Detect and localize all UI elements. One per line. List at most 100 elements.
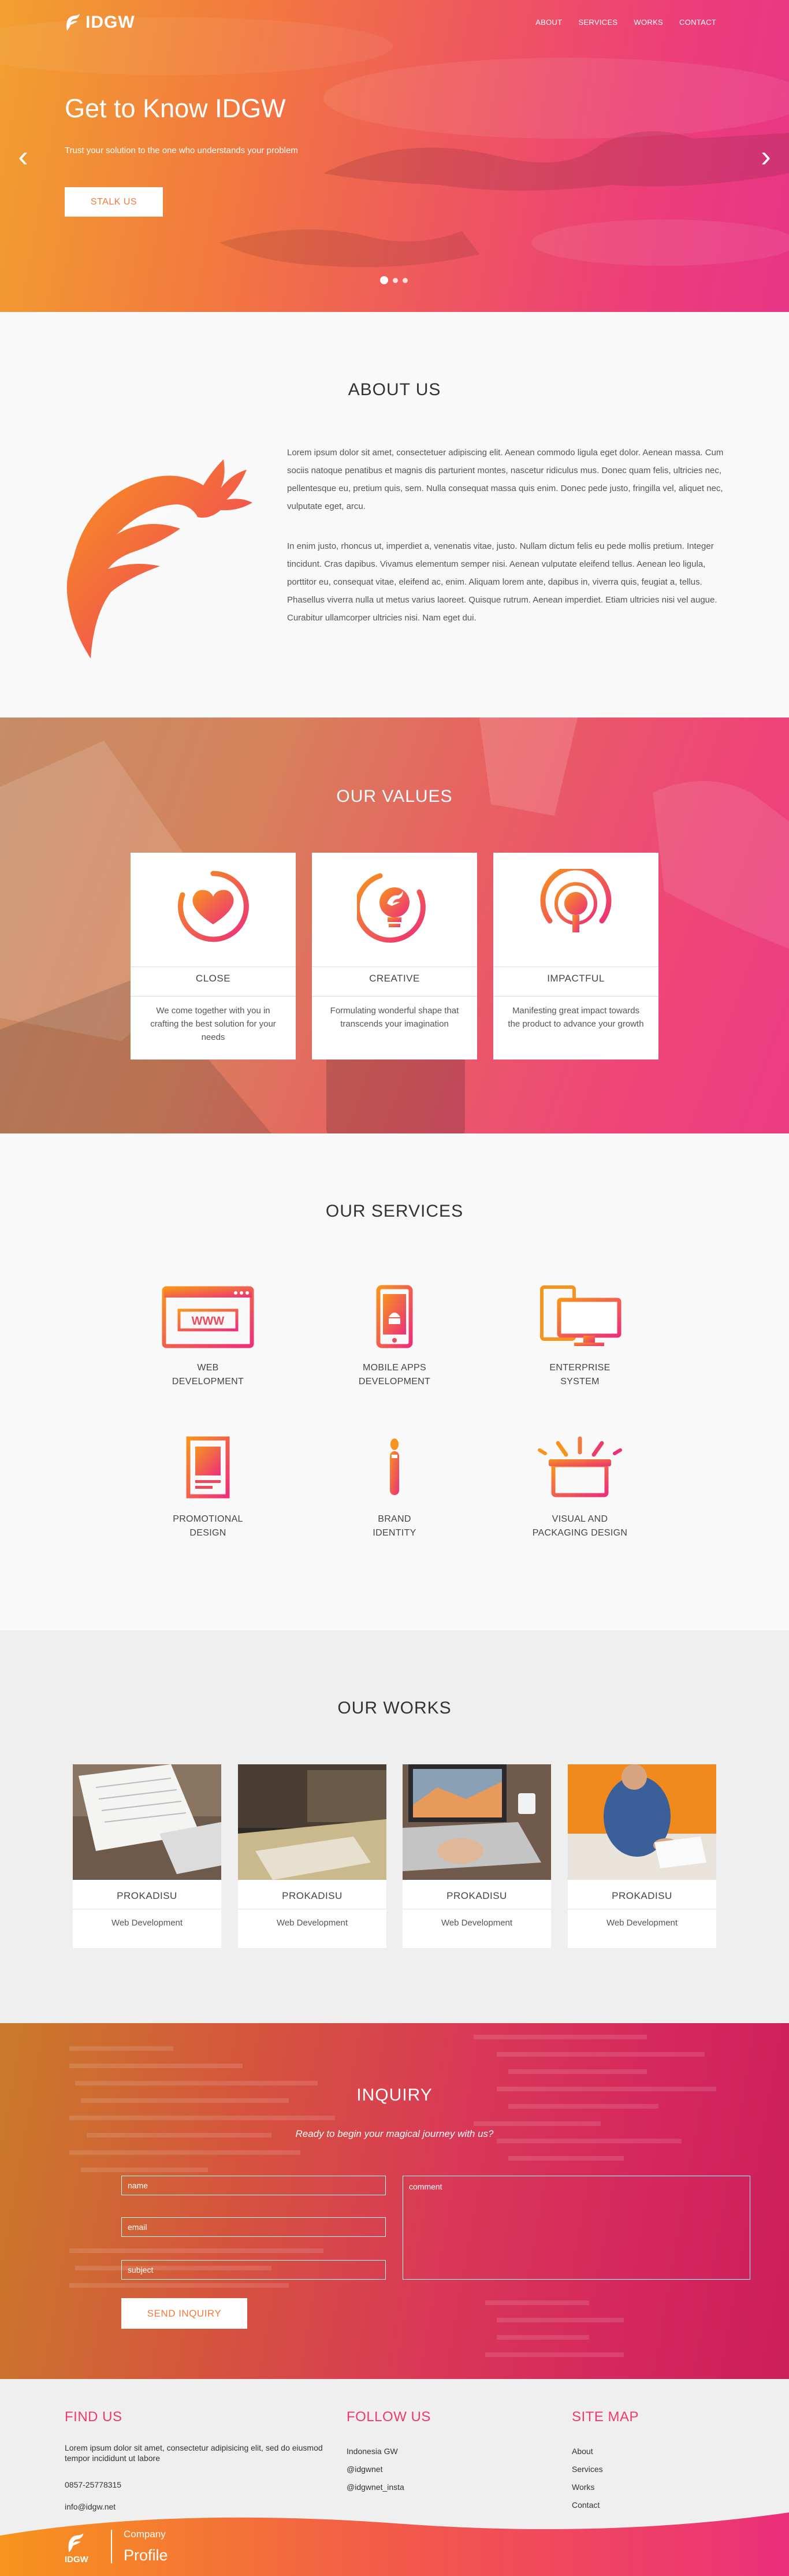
value-description: Manifesting great impact towards the pro… [508, 1006, 644, 1029]
services-section: OUR SERVICES WWW WEB DEVELOPMENT MOBILE … [0, 1133, 789, 1630]
social-link-twitter[interactable]: @idgwnet [347, 2460, 431, 2478]
work-category: Web Development [441, 1918, 513, 1928]
service-label: BRAND IDENTITY [373, 1514, 416, 1538]
social-link-facebook[interactable]: Indonesia GW [347, 2443, 431, 2460]
mobile-phone-icon [376, 1285, 413, 1348]
service-packaging-design[interactable]: VISUAL AND PACKAGING DESIGN [511, 1436, 649, 1540]
site-map-column: SITE MAP About Services Works Contact [572, 2409, 639, 2514]
service-brand-identity[interactable]: BRAND IDENTITY [325, 1436, 464, 1540]
inquiry-subtitle: Ready to begin your magical journey with… [295, 2128, 494, 2139]
service-label: WEB DEVELOPMENT [172, 1363, 244, 1386]
services-title: OUR SERVICES [325, 1202, 464, 1221]
phone-text: 0857-25778315 [65, 2480, 122, 2489]
follow-us-title: FOLLOW US [347, 2409, 431, 2425]
value-card-creative: CREATIVE Formulating wonderful shape tha… [312, 853, 477, 1060]
chevron-right-icon[interactable]: › [755, 140, 776, 173]
values-section: OUR VALUES CLOSE We come together with y… [0, 718, 789, 1133]
slider-dot-2[interactable] [393, 277, 398, 283]
nav-item-about[interactable]: ABOUT [535, 18, 562, 27]
site-map-title: SITE MAP [572, 2409, 639, 2425]
value-description: Formulating wonderful shape that transce… [330, 1006, 459, 1029]
hero-background-image [0, 17, 789, 267]
work-thumbnail [403, 1764, 551, 1880]
card-divider [131, 996, 296, 997]
email-field[interactable] [121, 2217, 386, 2237]
service-label: PROMOTIONAL DESIGN [173, 1514, 243, 1538]
about-section: ABOUT US Lorem ipsum dolor sit amet, con… [0, 312, 789, 718]
company-label: Company [124, 2529, 166, 2540]
slider-dot-3[interactable] [403, 277, 408, 283]
about-paragraph-1: Lorem ipsum dolor sit amet, consectetuer… [287, 448, 724, 511]
work-category: Web Development [111, 1918, 183, 1928]
follow-us-column: FOLLOW US Indonesia GW @idgwnet @idgwnet… [347, 2409, 431, 2496]
service-mobile-apps[interactable]: MOBILE APPS DEVELOPMENT [325, 1285, 464, 1389]
pencil-brand-icon [390, 1438, 399, 1495]
main-nav: ABOUT SERVICES WORKS CONTACT [535, 18, 716, 27]
work-title: PROKADISU [117, 1890, 177, 1901]
nav-item-contact[interactable]: CONTACT [679, 18, 716, 27]
sitemap-link-services[interactable]: Services [572, 2460, 639, 2478]
profile-label: Profile [124, 2547, 168, 2564]
subject-field[interactable] [121, 2260, 386, 2280]
service-promotional-design[interactable]: PROMOTIONAL DESIGN [139, 1436, 277, 1540]
about-paragraph-2: In enim justo, rhoncus ut, imperdiet a, … [287, 541, 717, 623]
brochure-icon [186, 1436, 230, 1499]
values-title: OUR VALUES [336, 787, 453, 806]
service-web-development[interactable]: WWW WEB DEVELOPMENT [139, 1285, 277, 1389]
sitemap-link-about[interactable]: About [572, 2443, 639, 2460]
comment-field[interactable] [403, 2176, 750, 2280]
work-category: Web Development [606, 1918, 678, 1928]
service-label: MOBILE APPS DEVELOPMENT [358, 1363, 431, 1386]
nav-item-services[interactable]: SERVICES [578, 18, 617, 27]
value-title: CLOSE [195, 973, 231, 984]
browser-www-icon: WWW [162, 1286, 254, 1348]
about-title: ABOUT US [348, 380, 441, 399]
send-inquiry-button[interactable]: SEND INQUIRY [121, 2298, 247, 2329]
hero-section: IDGW ABOUT SERVICES WORKS CONTACT ‹ › Ge… [0, 0, 789, 312]
value-title: IMPACTFUL [547, 973, 605, 984]
footer-divider [111, 2530, 112, 2563]
nav-item-works[interactable]: WORKS [634, 18, 663, 27]
find-us-title: FIND US [65, 2409, 122, 2425]
address-text: Lorem ipsum dolor sit amet, consectetur … [65, 2443, 323, 2463]
work-thumbnail [238, 1764, 386, 1880]
card-divider [493, 996, 658, 997]
site-logo[interactable]: IDGW [65, 13, 135, 32]
social-link-instagram[interactable]: @idgwnet_insta [347, 2478, 431, 2496]
work-card[interactable]: PROKADISU Web Development [568, 1764, 716, 1948]
slider-dot-1[interactable] [380, 276, 388, 284]
work-title: PROKADISU [446, 1890, 507, 1901]
work-thumbnail [73, 1764, 221, 1880]
heart-circle-icon [177, 871, 249, 942]
work-thumbnail [568, 1764, 716, 1880]
idgw-logo-icon [66, 14, 80, 31]
works-title: OUR WORKS [337, 1698, 452, 1718]
work-title: PROKADISU [612, 1890, 672, 1901]
name-field[interactable] [121, 2176, 386, 2195]
hero-tagline: Trust your solution to the one who under… [65, 146, 298, 155]
work-category: Web Development [276, 1918, 348, 1928]
package-box-icon [538, 1436, 622, 1497]
idgw-logo-icon [68, 2533, 84, 2552]
work-card[interactable]: PROKADISU Web Development [403, 1764, 551, 1948]
work-card[interactable]: PROKADISU Web Development [238, 1764, 386, 1948]
service-enterprise-system[interactable]: ENTERPRISE SYSTEM [511, 1285, 649, 1389]
logo-text: IDGW [85, 13, 135, 32]
sitemap-link-works[interactable]: Works [572, 2478, 639, 2496]
stalk-us-button[interactable]: STALK US [65, 187, 163, 217]
footer-logo-text: IDGW [65, 2555, 88, 2564]
footer-logo[interactable]: IDGW [65, 2533, 88, 2564]
value-title: CREATIVE [369, 973, 420, 984]
work-card[interactable]: PROKADISU Web Development [73, 1764, 221, 1948]
hero-title: Get to Know IDGW [65, 94, 286, 123]
work-title: PROKADISU [282, 1890, 343, 1901]
inquiry-section: INQUIRY Ready to begin your magical jour… [0, 2023, 789, 2379]
slider-dots [380, 276, 408, 284]
footer-wave [0, 2512, 789, 2576]
chevron-left-icon[interactable]: ‹ [13, 140, 34, 173]
service-label: ENTERPRISE SYSTEM [549, 1363, 611, 1386]
lightbulb-logo-icon [357, 873, 426, 943]
svg-text:WWW: WWW [192, 1315, 225, 1328]
value-card-close: CLOSE We come together with you in craft… [131, 853, 296, 1060]
footer: FIND US Lorem ipsum dolor sit amet, cons… [0, 2379, 789, 2576]
